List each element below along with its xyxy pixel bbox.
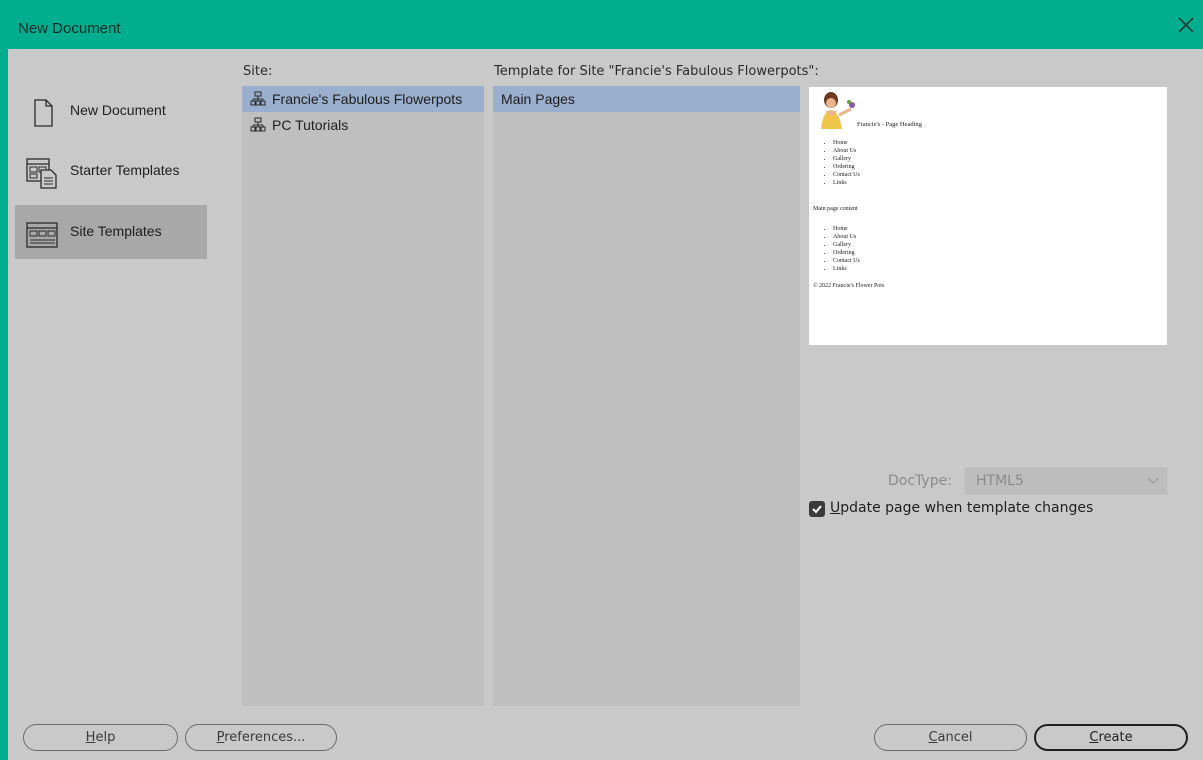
- preview-nav-link: Home: [833, 139, 860, 147]
- site-icon: [250, 117, 266, 132]
- create-button[interactable]: Create: [1034, 724, 1188, 751]
- document-icon: [34, 99, 53, 127]
- preview-content-text: Main page content: [813, 206, 858, 212]
- update-page-label: Update page when template changes: [830, 500, 1093, 516]
- site-item-label: Francie's Fabulous Flowerpots: [272, 91, 463, 107]
- help-button[interactable]: Help: [23, 724, 178, 751]
- preview-footer-link: About Us: [833, 233, 860, 241]
- title-bar: New Document: [0, 0, 1203, 49]
- preferences-label: references...: [224, 730, 306, 745]
- create-label: reate: [1098, 730, 1133, 745]
- doctype-value: HTML5: [976, 473, 1024, 489]
- template-list[interactable]: Main Pages: [493, 86, 800, 706]
- site-templates-icon: [26, 222, 58, 248]
- nav-item-starter-templates[interactable]: Starter Templates: [15, 144, 207, 198]
- preview-nav-link: Ordering: [833, 163, 860, 171]
- template-item-label: Main Pages: [501, 91, 575, 107]
- site-column-label: Site:: [243, 64, 273, 79]
- preview-nav-link: Contact Us: [833, 171, 860, 179]
- preview-footer-nav-list: Home About Us Gallery Ordering Contact U…: [823, 225, 860, 273]
- update-page-label-text: pdate page when template changes: [840, 500, 1094, 516]
- site-list-item[interactable]: PC Tutorials: [242, 112, 484, 138]
- preview-nav-link: About Us: [833, 147, 860, 155]
- update-page-checkbox[interactable]: [809, 501, 825, 517]
- preview-copyright: © 2022 Francie's Flower Pots: [813, 283, 885, 289]
- template-preview: Francie's - Page Heading Home About Us G…: [809, 87, 1167, 345]
- preview-footer-link: Links: [833, 265, 860, 273]
- preview-nav-list: Home About Us Gallery Ordering Contact U…: [823, 139, 860, 187]
- nav-item-site-templates[interactable]: Site Templates: [15, 205, 207, 259]
- nav-item-new-document[interactable]: New Document: [15, 84, 207, 138]
- preferences-button[interactable]: Preferences...: [185, 724, 337, 751]
- preview-nav-link: Links: [833, 179, 860, 187]
- window-frame: [0, 49, 8, 760]
- cancel-accel: C: [928, 730, 938, 745]
- site-item-label: PC Tutorials: [272, 117, 349, 133]
- doctype-select[interactable]: HTML5: [964, 467, 1168, 495]
- template-column-label: Template for Site "Francie's Fabulous Fl…: [494, 64, 819, 79]
- preview-footer-link: Gallery: [833, 241, 860, 249]
- site-list-item[interactable]: Francie's Fabulous Flowerpots: [242, 86, 484, 112]
- cancel-label: ancel: [937, 730, 973, 745]
- preview-footer-link: Ordering: [833, 249, 860, 257]
- nav-item-label: New Document: [70, 102, 166, 118]
- help-label: elp: [95, 730, 116, 745]
- site-list[interactable]: Francie's Fabulous Flowerpots PC Tutoria…: [242, 86, 484, 706]
- preview-nav-link: Gallery: [833, 155, 860, 163]
- preview-footer-link: Home: [833, 225, 860, 233]
- template-list-item[interactable]: Main Pages: [493, 86, 800, 112]
- window-title: New Document: [18, 20, 121, 37]
- cancel-button[interactable]: Cancel: [874, 724, 1027, 751]
- nav-item-label: Site Templates: [70, 223, 162, 239]
- chevron-down-icon: [1147, 477, 1159, 484]
- nav-item-label: Starter Templates: [70, 162, 180, 178]
- help-accel: H: [85, 730, 96, 745]
- update-page-accel: U: [830, 500, 841, 516]
- preview-footer-link: Contact Us: [833, 257, 860, 265]
- preview-heading: Francie's - Page Heading: [857, 121, 922, 128]
- checkmark-icon: [812, 505, 822, 514]
- site-icon: [250, 91, 266, 106]
- doctype-label: DocType:: [888, 473, 952, 489]
- preview-logo-image: [821, 92, 855, 129]
- close-icon[interactable]: [1177, 16, 1195, 34]
- starter-templates-icon: [26, 158, 57, 189]
